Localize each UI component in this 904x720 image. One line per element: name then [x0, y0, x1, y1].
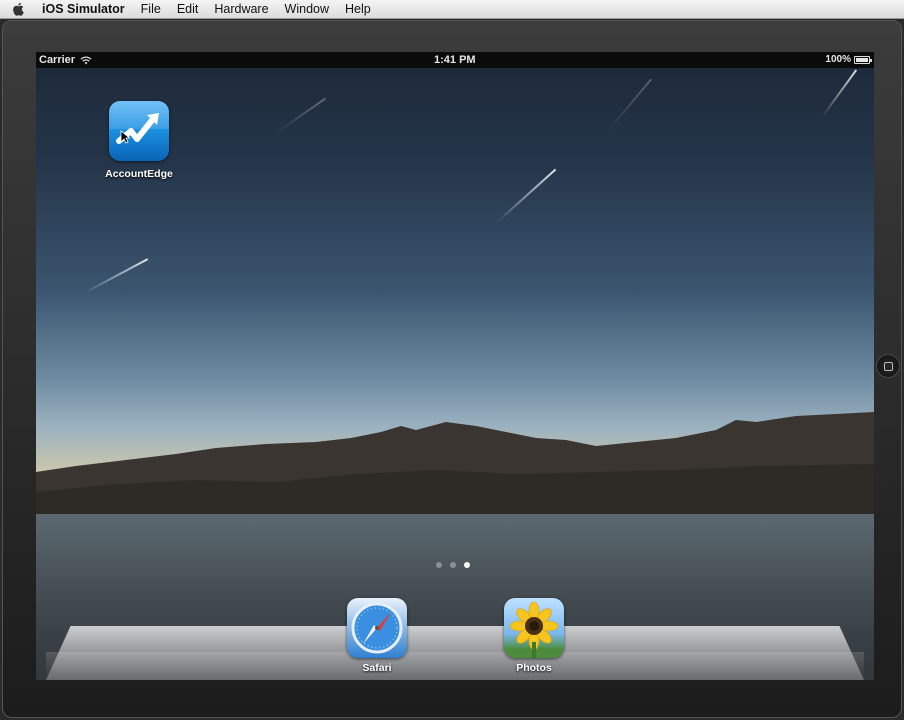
page-dot-active[interactable] [464, 562, 470, 568]
meteor-streak [821, 69, 857, 118]
status-time: 1:41 PM [434, 54, 476, 66]
sunflower-icon [509, 601, 559, 658]
page-indicator[interactable] [436, 562, 470, 568]
ipad-screen: Carrier 1:41 PM 100% AccountEdge Safari … [36, 52, 874, 680]
dock-reflection [46, 652, 864, 680]
safari-app-icon[interactable] [347, 598, 407, 658]
accountedge-icon [109, 101, 169, 144]
apple-logo-icon[interactable] [12, 2, 26, 17]
meteor-streak [275, 97, 326, 134]
page-dot[interactable] [436, 562, 442, 568]
home-button[interactable] [876, 354, 900, 378]
home-square-icon [883, 361, 893, 371]
safari-compass-icon [351, 602, 403, 654]
wifi-icon [80, 55, 92, 64]
menu-file[interactable]: File [141, 2, 161, 16]
menu-edit[interactable]: Edit [177, 2, 199, 16]
menu-window[interactable]: Window [285, 2, 329, 16]
menu-help[interactable]: Help [345, 2, 371, 16]
accountedge-app-label[interactable]: AccountEdge [94, 168, 184, 180]
menu-app-name[interactable]: iOS Simulator [42, 2, 125, 16]
photos-app-icon[interactable] [504, 598, 564, 658]
safari-app-label[interactable]: Safari [332, 662, 422, 674]
meteor-streak [605, 78, 652, 134]
meteor-streak [495, 168, 556, 224]
page-dot[interactable] [450, 562, 456, 568]
photos-app-label[interactable]: Photos [489, 662, 579, 674]
battery-icon [854, 55, 872, 64]
ios-status-bar: Carrier 1:41 PM 100% [36, 52, 874, 68]
battery-percent: 100% [825, 54, 851, 65]
menu-hardware[interactable]: Hardware [214, 2, 268, 16]
meteor-streak [83, 258, 148, 294]
mouse-cursor-icon [120, 130, 130, 144]
mac-menu-bar: iOS Simulator File Edit Hardware Window … [0, 0, 904, 19]
mountain-range [36, 412, 874, 517]
accountedge-app-icon[interactable] [109, 101, 169, 161]
carrier-label: Carrier [39, 54, 76, 66]
